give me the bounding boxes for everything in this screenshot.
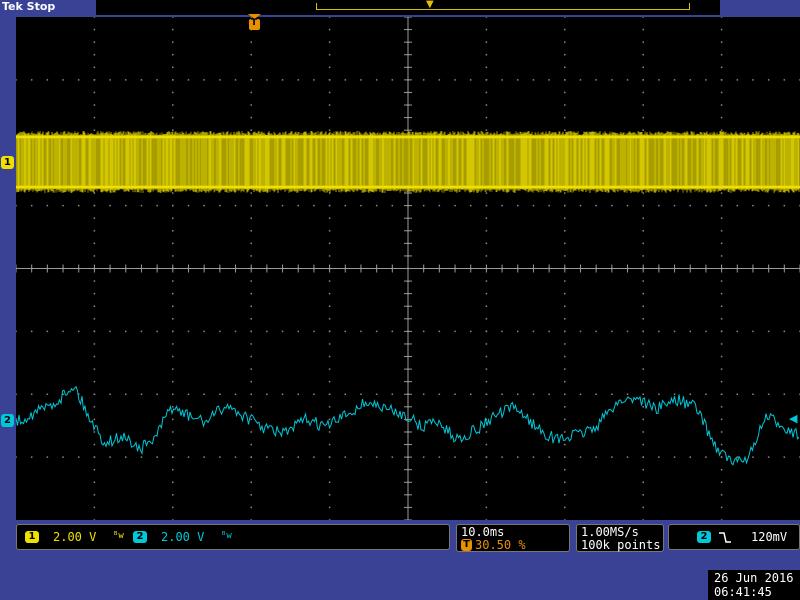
- falling-edge-icon: [719, 532, 731, 543]
- horizontal-settings-panel[interactable]: 10.0ms T 30.50 %: [456, 524, 570, 552]
- waveform-display[interactable]: [16, 17, 800, 520]
- trigger-level[interactable]: 120mV: [751, 530, 787, 544]
- ch1-waveform: [16, 131, 800, 193]
- ch1-scale[interactable]: 2.00 V: [53, 530, 96, 544]
- status-bar: Tek Stop ▼: [0, 0, 800, 16]
- ch2-scale[interactable]: 2.00 V: [161, 530, 204, 544]
- record-trigger-icon: ▼: [426, 0, 434, 10]
- date-label: 26 Jun 2016: [714, 571, 794, 585]
- waveform-traces: [16, 131, 800, 466]
- ch1-ground-marker[interactable]: 1: [1, 156, 14, 169]
- vertical-settings-panel[interactable]: 1 2.00 V ᴮw 2 2.00 V ᴮw: [16, 524, 450, 550]
- record-view-window[interactable]: [316, 3, 690, 10]
- trigger-position-marker[interactable]: T: [248, 14, 261, 30]
- acquisition-panel[interactable]: 1.00MS/s 100k points: [576, 524, 664, 552]
- timebase-value[interactable]: 10.0ms: [461, 525, 504, 539]
- record-length[interactable]: 100k points: [581, 538, 660, 552]
- brand-status: Tek Stop: [2, 0, 55, 13]
- trigger-source-badge[interactable]: 2: [697, 531, 711, 543]
- ch2-waveform: [16, 385, 800, 466]
- trigger-position-badge: T: [461, 539, 472, 551]
- ch2-bandwidth-limit-icon: ᴮw: [221, 531, 232, 541]
- datetime-display: 26 Jun 2016 06:41:45: [708, 570, 800, 600]
- ch1-bandwidth-limit-icon: ᴮw: [113, 531, 124, 541]
- trigger-settings-panel[interactable]: 2 120mV: [668, 524, 800, 550]
- ch2-ground-marker[interactable]: 2: [1, 414, 14, 427]
- trigger-position-label: T: [251, 18, 258, 28]
- ch1-badge[interactable]: 1: [25, 531, 39, 543]
- trigger-position-percent[interactable]: 30.50 %: [475, 538, 526, 552]
- brand-label: Tek: [2, 0, 23, 13]
- trigger-level-icon[interactable]: ◀: [789, 412, 797, 425]
- time-label: 06:41:45: [714, 585, 772, 599]
- record-view-bar[interactable]: ▼: [96, 0, 720, 15]
- run-state-label: Stop: [26, 0, 56, 13]
- ch2-badge[interactable]: 2: [133, 531, 147, 543]
- sample-rate[interactable]: 1.00MS/s: [581, 525, 639, 539]
